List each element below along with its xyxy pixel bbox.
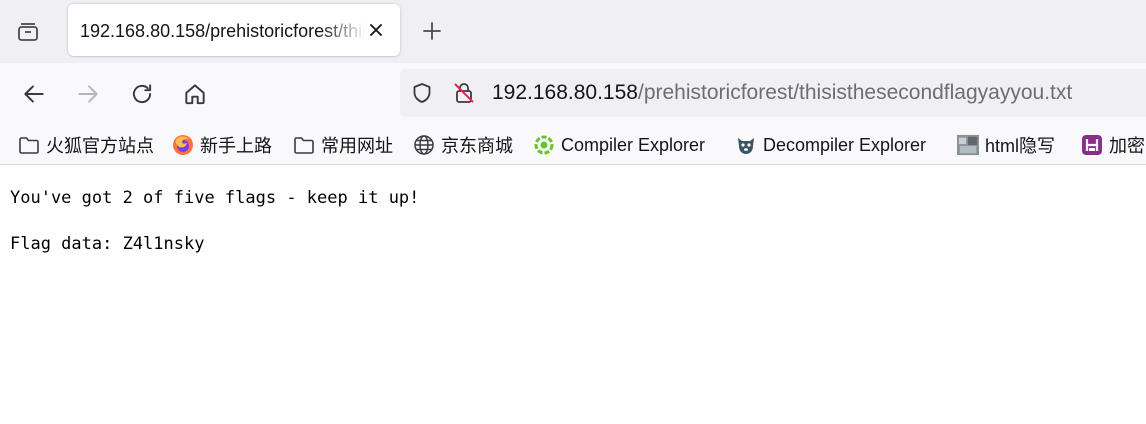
bookmarks-toolbar: 火狐官方站点 新手上路 常用网址 京东商城 Compiler Explorer … bbox=[0, 125, 1146, 165]
globe-icon bbox=[413, 134, 435, 156]
forward-arrow-icon bbox=[78, 85, 98, 103]
tab-list-button[interactable] bbox=[13, 17, 43, 47]
bookmark-decompiler-explorer[interactable]: Decompiler Explorer bbox=[735, 132, 926, 158]
reload-icon bbox=[132, 84, 152, 104]
bookmark-label: 加密 bbox=[1109, 136, 1145, 156]
home-button[interactable] bbox=[179, 78, 211, 110]
tab-title: 192.168.80.158/prehistoricforest/thisist… bbox=[80, 21, 366, 41]
folder-icon bbox=[18, 134, 40, 156]
reload-button[interactable] bbox=[126, 78, 158, 110]
bookmark-folder-firefox-official[interactable]: 火狐官方站点 bbox=[18, 132, 154, 158]
tab-close-button[interactable] bbox=[366, 20, 386, 40]
bookmark-label: 火狐官方站点 bbox=[46, 136, 154, 156]
insecure-lock-icon[interactable] bbox=[452, 81, 476, 105]
bookmark-encryption[interactable]: 加密 bbox=[1081, 132, 1145, 158]
image-icon bbox=[957, 134, 979, 156]
url-path: /prehistoricforest/thisisthesecondflagya… bbox=[637, 81, 1073, 104]
bookmark-label: html隐写 bbox=[985, 136, 1056, 156]
page-text-line-2: Flag data: Z4l1nsky bbox=[10, 234, 205, 254]
close-icon bbox=[370, 24, 382, 36]
dogbolt-icon bbox=[735, 134, 757, 156]
new-tab-button[interactable] bbox=[418, 17, 446, 45]
bookmark-label: Decompiler Explorer bbox=[763, 134, 927, 155]
folder-icon bbox=[293, 134, 315, 156]
bookmark-label: 新手上路 bbox=[200, 136, 272, 156]
bookmark-jd-mall[interactable]: 京东商城 bbox=[413, 132, 513, 158]
tab-strip: 192.168.80.158/prehistoricforest/thisist… bbox=[0, 0, 1146, 63]
bookmark-getting-started[interactable]: 新手上路 bbox=[172, 132, 272, 158]
bookmark-label: 常用网址 bbox=[321, 136, 393, 156]
home-icon bbox=[185, 84, 205, 105]
url-bar[interactable]: 192.168.80.158/prehistoricforest/thisist… bbox=[400, 69, 1146, 117]
back-button[interactable] bbox=[18, 78, 50, 110]
url-text[interactable]: 192.168.80.158/prehistoricforest/thisist… bbox=[492, 81, 1072, 105]
bookmark-html-steganography[interactable]: html隐写 bbox=[957, 132, 1055, 158]
bookmark-folder-common-sites[interactable]: 常用网址 bbox=[293, 132, 393, 158]
firefox-icon bbox=[172, 134, 194, 156]
tracking-protection-shield-icon[interactable] bbox=[410, 81, 434, 105]
url-host: 192.168.80.158 bbox=[492, 81, 638, 104]
back-arrow-icon bbox=[24, 85, 44, 103]
navigation-toolbar: 192.168.80.158/prehistoricforest/thisist… bbox=[0, 63, 1146, 125]
tool-icon bbox=[1081, 134, 1103, 156]
page-text-line-1: You've got 2 of five flags - keep it up! bbox=[10, 188, 420, 208]
bookmark-label: 京东商城 bbox=[441, 136, 513, 156]
active-tab[interactable]: 192.168.80.158/prehistoricforest/thisist… bbox=[68, 4, 400, 56]
page-content: You've got 2 of five flags - keep it up!… bbox=[0, 166, 1146, 424]
bookmark-compiler-explorer[interactable]: Compiler Explorer bbox=[533, 132, 705, 158]
forward-button[interactable] bbox=[72, 78, 104, 110]
plus-icon bbox=[423, 22, 441, 40]
compiler-explorer-icon bbox=[533, 134, 555, 156]
tab-list-icon bbox=[18, 23, 38, 41]
bookmark-label: Compiler Explorer bbox=[561, 134, 706, 155]
